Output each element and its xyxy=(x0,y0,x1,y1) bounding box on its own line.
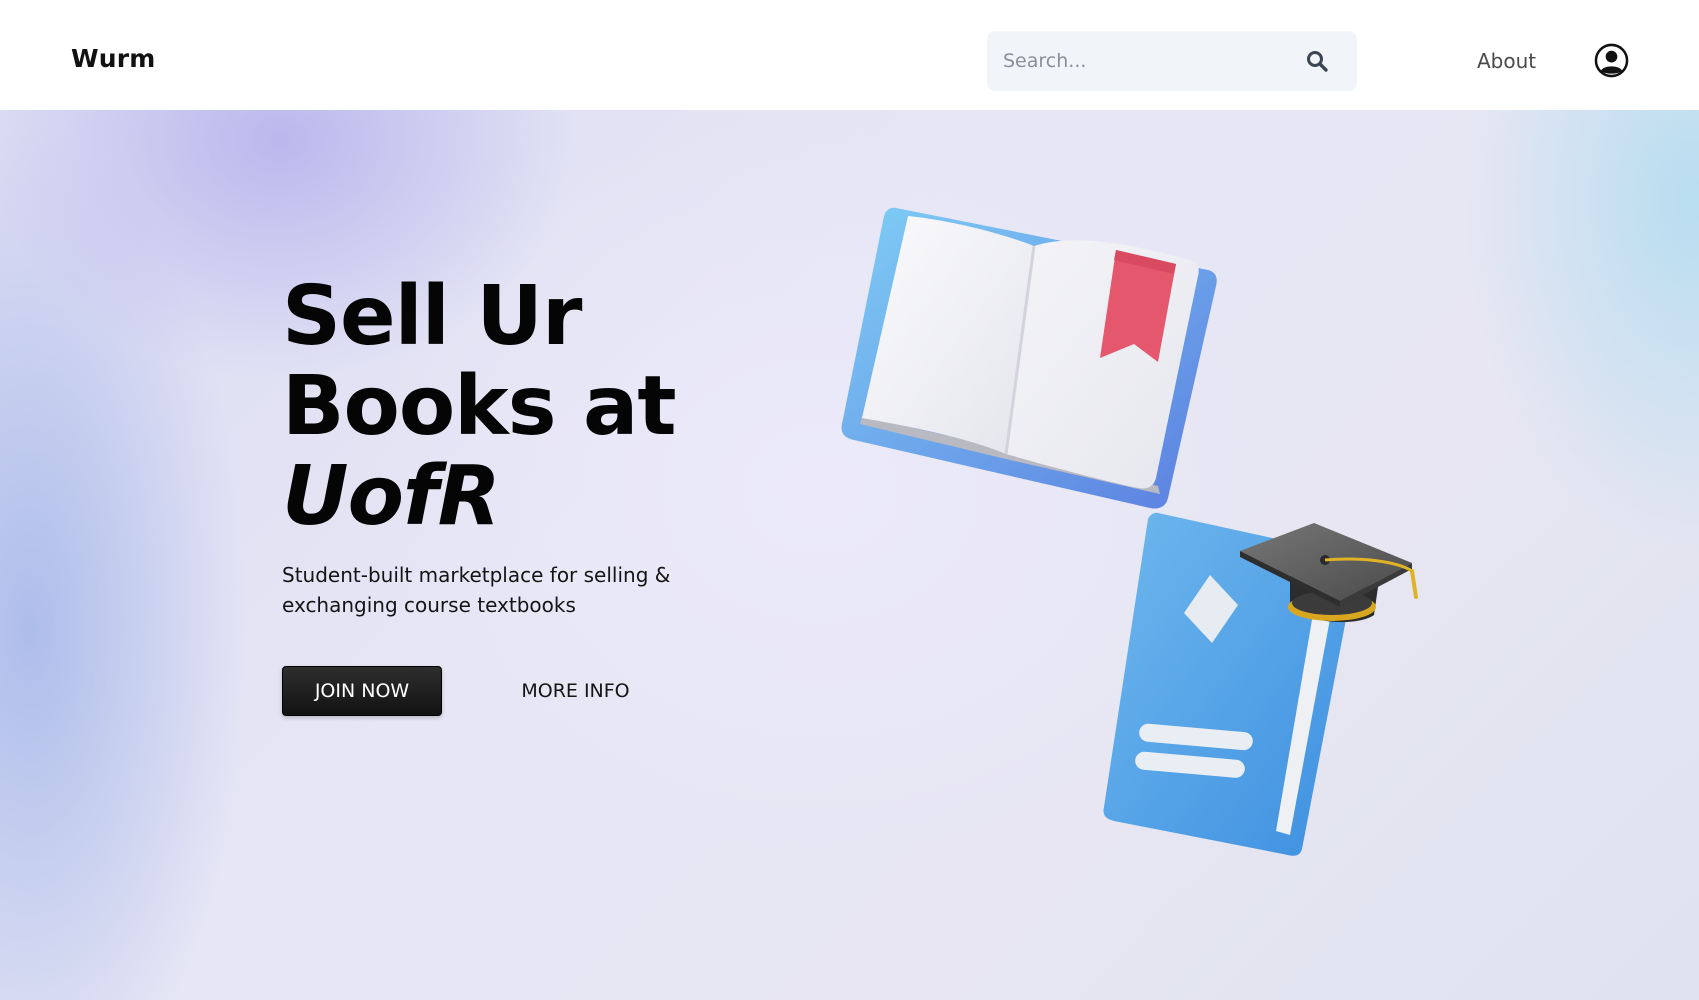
search-bar xyxy=(987,31,1357,91)
open-book-illustration xyxy=(841,207,1217,509)
join-now-button[interactable]: JOIN NOW xyxy=(282,666,442,716)
about-link[interactable]: About xyxy=(1477,49,1536,73)
search-input[interactable] xyxy=(1001,31,1291,91)
search-icon[interactable] xyxy=(1305,49,1329,73)
user-circle-icon[interactable] xyxy=(1594,43,1629,78)
closed-book-with-cap-illustration xyxy=(1103,512,1418,856)
headline-line-2: Books at xyxy=(282,359,677,454)
headline-line-3: UofR xyxy=(282,449,501,544)
hero-section: Sell Ur Books at UofR Student-built mark… xyxy=(0,110,1699,1000)
headline-line-1: Sell Ur xyxy=(282,269,582,364)
top-navbar: Wurm About xyxy=(0,0,1699,110)
more-info-button[interactable]: MORE INFO xyxy=(508,666,643,716)
hero-subtitle: Student-built marketplace for selling & … xyxy=(282,563,671,617)
brand-logo-text[interactable]: Wurm xyxy=(71,44,156,73)
hero-headline: Sell Ur Books at UofR xyxy=(282,269,677,544)
